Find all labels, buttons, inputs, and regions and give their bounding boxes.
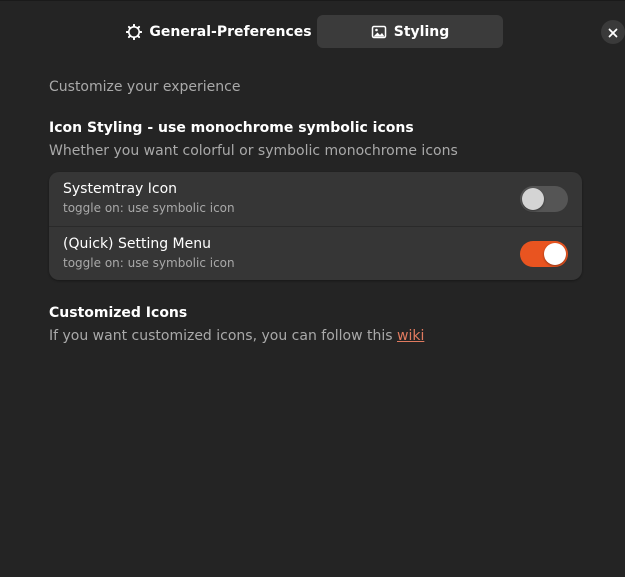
row-subtitle: toggle on: use symbolic icon [63, 256, 235, 270]
row-subtitle: toggle on: use symbolic icon [63, 201, 235, 215]
customized-icons-group-title: Customized Icons [49, 305, 188, 321]
systemtray-icon-row[interactable]: Systemtray Icon toggle on: use symbolic … [49, 172, 582, 226]
row-title: Systemtray Icon [63, 181, 178, 197]
icon-styling-group-description: Whether you want colorful or symbolic mo… [49, 143, 458, 159]
tab-label: General-Preferences [149, 23, 312, 40]
icon-styling-list: Systemtray Icon toggle on: use symbolic … [49, 172, 582, 280]
switch-knob [522, 188, 544, 210]
customized-icons-text: If you want customized icons, you can fo… [49, 328, 397, 344]
close-button[interactable] [601, 20, 625, 44]
gear-icon [126, 23, 143, 40]
image-icon [371, 24, 387, 40]
tab-general-preferences[interactable]: General-Preferences [126, 15, 312, 48]
page-subtitle: Customize your experience [49, 79, 241, 95]
tab-label: Styling [393, 23, 450, 40]
view-switcher: General-Preferences Styling [0, 15, 625, 49]
row-title: (Quick) Setting Menu [63, 236, 211, 252]
wiki-link[interactable]: wiki [397, 328, 424, 344]
close-icon [608, 23, 618, 42]
switch-knob [544, 243, 566, 265]
tab-styling[interactable]: Styling [317, 15, 503, 48]
quick-setting-menu-row[interactable]: (Quick) Setting Menu toggle on: use symb… [49, 226, 582, 280]
quick-setting-menu-switch[interactable] [520, 241, 568, 267]
customized-icons-description: If you want customized icons, you can fo… [49, 328, 424, 344]
systemtray-icon-switch[interactable] [520, 186, 568, 212]
preferences-window: General-Preferences Styling Customize yo… [0, 0, 625, 577]
icon-styling-group-title: Icon Styling - use monochrome symbolic i… [49, 120, 414, 136]
